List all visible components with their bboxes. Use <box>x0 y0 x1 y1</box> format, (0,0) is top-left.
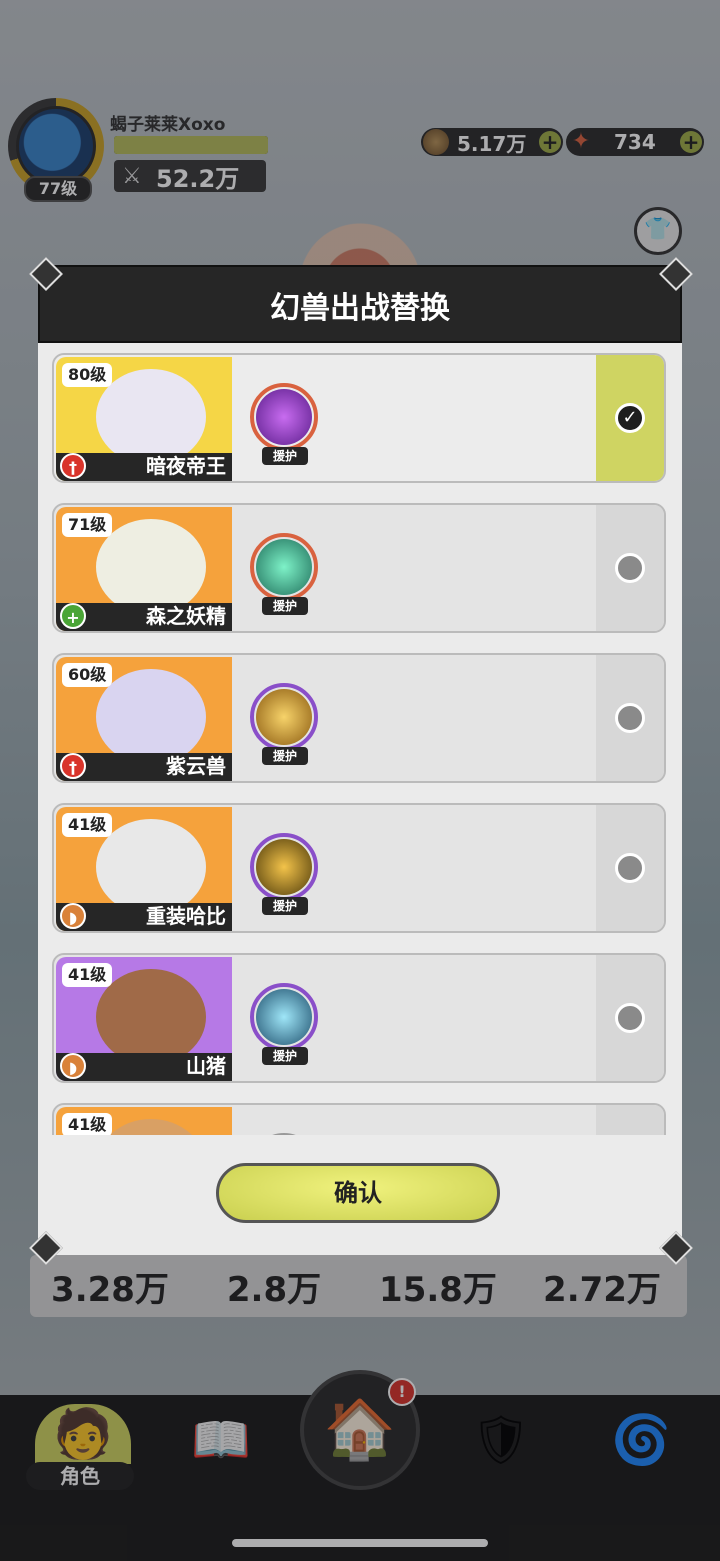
skill-image <box>256 839 312 895</box>
dialog-title: 幻兽出战替换 <box>270 291 450 326</box>
beast-portrait: 71级森之妖精 + <box>56 507 232 631</box>
beast-name: 暗夜帝王 <box>146 454 226 478</box>
beast-level: 80级 <box>62 363 113 387</box>
beast-replace-dialog: 幻兽出战替换 80级 暗夜帝王 † 援护 ✓ 71级 森之妖精 + 援护 60级 紫云兽 † 援护 41级… <box>38 265 682 1255</box>
select-area[interactable] <box>596 1105 664 1135</box>
select-area[interactable] <box>596 505 664 631</box>
skill-tag: 援护 <box>262 1047 308 1065</box>
beast-portrait: 41级山猪 ◗ <box>56 957 232 1081</box>
beast-level: 41级 <box>62 1113 113 1135</box>
beast-level: 41级 <box>62 813 113 837</box>
skill-tag: 援护 <box>262 597 308 615</box>
select-area[interactable] <box>596 955 664 1081</box>
skill-tag: 援护 <box>262 447 308 465</box>
skill-icon[interactable] <box>250 1133 318 1135</box>
skill-image <box>256 689 312 745</box>
skill-image <box>256 389 312 445</box>
checkmark-icon[interactable]: ✓ <box>615 403 645 433</box>
beast-portrait: 80级暗夜帝王 † <box>56 357 232 481</box>
defense-role-icon: ◗ <box>60 1053 86 1079</box>
beast-name: 重装哈比 <box>146 904 226 928</box>
select-area[interactable] <box>596 805 664 931</box>
beast-level: 41级 <box>62 963 113 987</box>
beast-card[interactable]: 41级重装哈比 ◗ 援护 <box>52 803 666 933</box>
beast-card[interactable]: 71级森之妖精 + 援护 <box>52 503 666 633</box>
radio-button[interactable] <box>615 703 645 733</box>
beast-name: 森之妖精 <box>146 604 226 628</box>
defense-role-icon: ◗ <box>60 903 86 929</box>
beast-level: 71级 <box>62 513 113 537</box>
confirm-button[interactable]: 确认 <box>216 1163 500 1223</box>
beast-portrait: 60级紫云兽 † <box>56 657 232 781</box>
beast-list[interactable]: 80级 暗夜帝王 † 援护 ✓ 71级 森之妖精 + 援护 60级 紫云兽 † 援护 41级 重装哈比 ◗ 援护… <box>52 353 668 1135</box>
beast-portrait: 41级重装哈比 ◗ <box>56 807 232 931</box>
beast-card[interactable]: 41级山猪 ◗ 援护 <box>52 953 666 1083</box>
skill-icon[interactable] <box>250 533 318 601</box>
beast-image <box>96 1119 206 1135</box>
beast-name: 山猪 <box>186 1054 226 1078</box>
heal-role-icon: + <box>60 603 86 629</box>
skill-icon[interactable] <box>250 683 318 751</box>
skill-icon[interactable] <box>250 983 318 1051</box>
radio-button[interactable] <box>615 553 645 583</box>
skill-image <box>256 989 312 1045</box>
beast-card[interactable]: 80级暗夜帝王 † 援护 ✓ <box>52 353 666 483</box>
radio-button[interactable] <box>615 853 645 883</box>
skill-icon[interactable] <box>250 383 318 451</box>
attack-role-icon: † <box>60 453 86 479</box>
skill-tag: 援护 <box>262 897 308 915</box>
beast-card[interactable]: 60级紫云兽 † 援护 <box>52 653 666 783</box>
skill-icon[interactable] <box>250 833 318 901</box>
beast-name: 紫云兽 <box>166 754 226 778</box>
beast-level: 60级 <box>62 663 113 687</box>
radio-button[interactable] <box>615 1003 645 1033</box>
attack-role-icon: † <box>60 753 86 779</box>
skill-image <box>256 539 312 595</box>
select-area[interactable]: ✓ <box>596 355 664 481</box>
beast-card[interactable]: 41级援护 <box>52 1103 666 1135</box>
skill-tag: 援护 <box>262 747 308 765</box>
select-area[interactable] <box>596 655 664 781</box>
beast-portrait: 41级 <box>56 1107 232 1135</box>
